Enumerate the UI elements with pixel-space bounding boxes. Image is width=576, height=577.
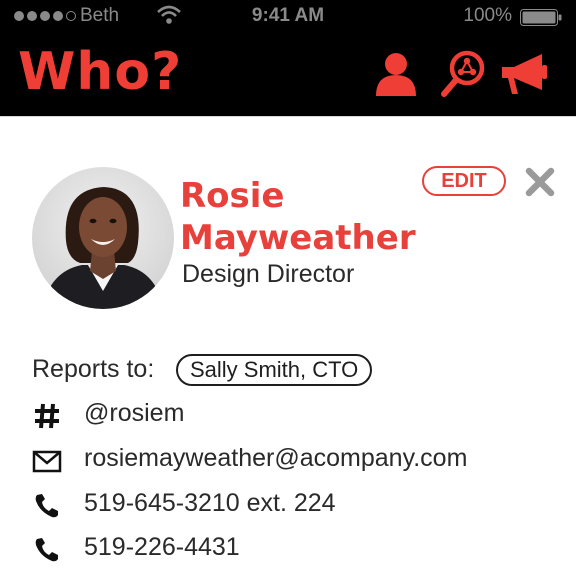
- envelope-icon: [32, 450, 62, 473]
- close-icon[interactable]: [523, 165, 557, 199]
- email-address: rosiemayweather@acompany.com: [84, 444, 468, 472]
- profile-photo: [32, 167, 174, 309]
- mobile-phone-row[interactable]: 519-226-4431: [0, 529, 576, 569]
- status-bar: Beth 9:41 AM 100%: [0, 0, 576, 32]
- first-name: Rosie: [180, 176, 285, 216]
- edit-button[interactable]: EDIT: [422, 166, 506, 196]
- phone-icon: [35, 538, 58, 562]
- battery-percent: 100%: [463, 5, 512, 26]
- work-phone: 519-645-3210 ext. 224: [84, 489, 336, 517]
- last-name: Mayweather: [180, 218, 416, 258]
- app-logo: Who?: [18, 42, 183, 102]
- avatar: [32, 167, 174, 309]
- app-header: Who?: [0, 32, 576, 116]
- work-phone-row[interactable]: 519-645-3210 ext. 224: [0, 485, 576, 525]
- reports-to-label: Reports to:: [32, 355, 155, 383]
- battery-icon: [520, 9, 562, 26]
- slack-handle: @rosiem: [84, 399, 185, 427]
- phone-icon: [35, 494, 58, 518]
- person-icon[interactable]: [370, 48, 422, 100]
- email-row[interactable]: rosiemayweather@acompany.com: [0, 440, 576, 480]
- slack-row[interactable]: @rosiem: [0, 395, 576, 435]
- job-title: Design Director: [182, 260, 355, 288]
- reports-to-chip[interactable]: Sally Smith, CTO: [176, 354, 373, 386]
- profile-name: Rosie Mayweather: [180, 175, 416, 259]
- search-network-icon[interactable]: [438, 48, 490, 100]
- hashtag-icon: [35, 403, 59, 429]
- profile-card: Rosie Mayweather Design Director EDIT Re…: [0, 116, 576, 577]
- megaphone-icon[interactable]: [498, 48, 550, 100]
- mobile-phone: 519-226-4431: [84, 533, 240, 561]
